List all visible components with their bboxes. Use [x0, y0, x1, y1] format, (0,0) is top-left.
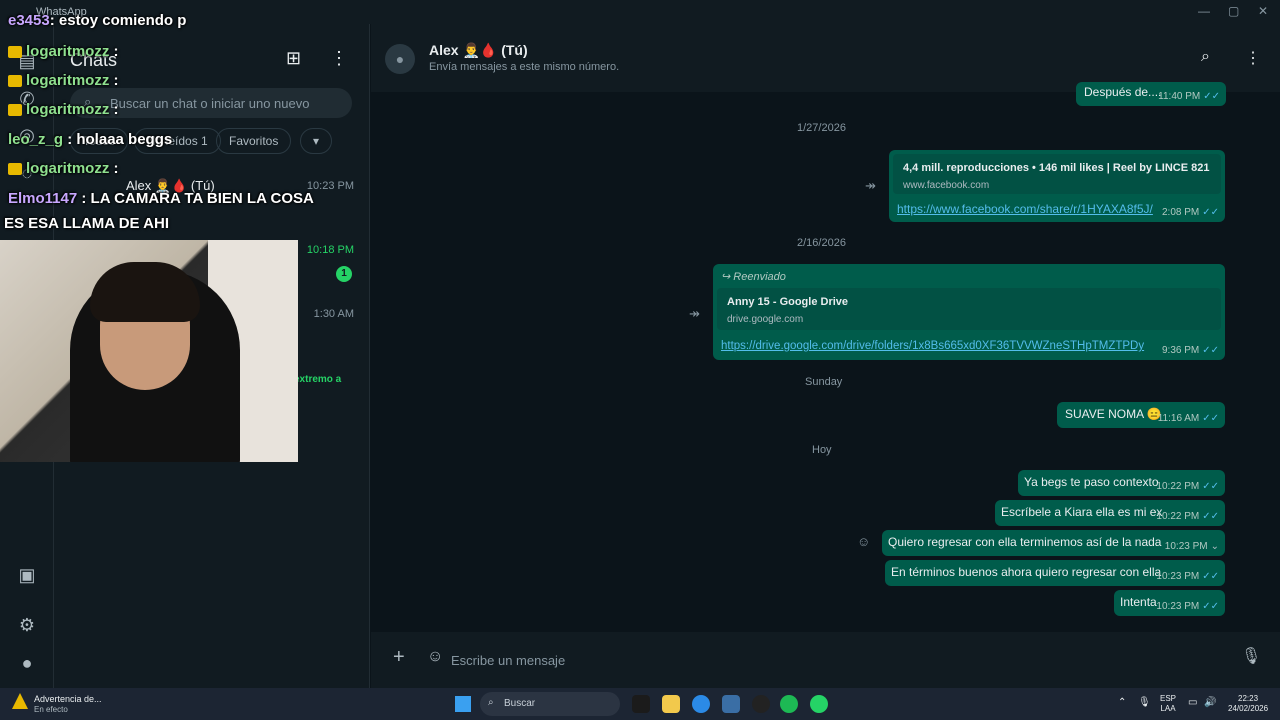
message-link[interactable]: https://www.facebook.com/share/r/1HYAXA8…	[897, 202, 1153, 216]
stream-chat-line: e3453: estoy comiendo p	[8, 12, 187, 29]
clock[interactable]: 22:23 24/02/2026	[1228, 694, 1268, 714]
crown-icon	[8, 163, 22, 176]
date-separator: Sunday	[805, 376, 843, 388]
stream-chat-line: ES ESA LLAMA DE AHI	[4, 215, 170, 232]
message-input[interactable]	[451, 642, 1211, 678]
message-text: Intenta	[1120, 595, 1157, 609]
menu-icon[interactable]: ⋮	[1245, 48, 1261, 68]
message-bubble[interactable]: Quiero regresar con ella terminemos así …	[882, 530, 1225, 556]
stream-chat-line: Elmo1147 : LA CAMARA TA BIEN LA COSA	[8, 190, 314, 207]
chat-preview-fragment: extremo a	[294, 374, 342, 385]
message-time: 9:36 PM ✓✓	[1161, 345, 1219, 356]
message-bubble[interactable]: Después de.... 11:40 PM ✓✓	[1076, 82, 1226, 106]
message-text: En términos buenos ahora quiero regresar…	[891, 565, 1162, 579]
tray-chevron-icon[interactable]: ⌃	[1118, 698, 1126, 708]
composer: + ☺ 🎙	[371, 632, 1280, 688]
taskbar: Advertencia de... En efecto ⌕ Buscar ⌃ 🎙…	[0, 688, 1280, 720]
link-preview-domain: www.facebook.com	[903, 180, 990, 191]
task-view-icon[interactable]	[632, 695, 650, 713]
message-text: Después de....	[1084, 85, 1162, 99]
date-separator: Hoy	[812, 444, 832, 456]
message-bubble[interactable]: En términos buenos ahora quiero regresar…	[885, 560, 1225, 586]
message-bubble[interactable]: Escríbele a Kiara ella es mi ex 10:22 PM…	[995, 500, 1225, 526]
maximize-button[interactable]: ▢	[1228, 4, 1239, 18]
emoji-react-icon[interactable]: ☺	[857, 534, 870, 549]
crown-icon	[8, 75, 22, 88]
contact-name: Alex 👨‍⚕️🩸 (Tú)	[429, 42, 528, 58]
message-bubble[interactable]: SUAVE NOMA 😑 11:16 AM ✓✓	[1057, 402, 1225, 428]
link-preview-domain: drive.google.com	[727, 314, 804, 325]
message-text: Ya begs te paso contexto	[1024, 475, 1159, 489]
stream-chat-overlay: e3453: estoy comiendo p logaritmozz : lo…	[0, 8, 370, 248]
stream-chat-line: leo_z_g : holaaa beggs	[8, 131, 173, 148]
message-bubble[interactable]: ↪ Reenviado Anny 15 - Google Drive drive…	[713, 264, 1225, 360]
forwarded-label: ↪ Reenviado	[721, 271, 786, 283]
stream-chat-line: logaritmozz :	[8, 72, 119, 89]
message-time: 11:16 AM ✓✓	[1157, 413, 1219, 424]
stream-chat-line: logaritmozz :	[8, 43, 119, 60]
message-time: 10:23 PM ✓✓	[1156, 601, 1219, 612]
message-time: 10:23 PM ⌄	[1164, 541, 1219, 552]
attach-icon[interactable]: +	[393, 646, 405, 669]
link-preview-card[interactable]: Anny 15 - Google Drive drive.google.com	[717, 288, 1221, 330]
message-time: 10:23 PM ✓✓	[1156, 571, 1219, 582]
message-bubble[interactable]: 4,4 mill. reproducciones • 146 mil likes…	[889, 150, 1225, 222]
emoji-icon[interactable]: ☺	[427, 648, 443, 666]
message-text: Escríbele a Kiara ella es mi ex	[1001, 505, 1163, 519]
crown-icon	[8, 104, 22, 117]
date-separator: 2/16/2026	[797, 237, 846, 249]
contact-subtitle: Envía mensajes a este mismo número.	[429, 61, 620, 73]
message-bubble[interactable]: Ya begs te paso contexto 10:22 PM ✓✓	[1018, 470, 1225, 496]
message-time: 2:08 PM ✓✓	[1161, 207, 1219, 218]
warning-title[interactable]: Advertencia de...	[34, 694, 102, 704]
message-time: 11:40 PM ✓✓	[1158, 91, 1220, 102]
close-button[interactable]: ✕	[1258, 4, 1268, 18]
message-text: Quiero regresar con ella terminemos así …	[888, 535, 1162, 549]
conversation-panel: ● Alex 👨‍⚕️🩸 (Tú) Envía mensajes a este …	[371, 24, 1280, 688]
message-bubble[interactable]: Intenta 10:23 PM ✓✓	[1114, 590, 1225, 616]
message-link[interactable]: https://drive.google.com/drive/folders/1…	[721, 340, 1144, 352]
link-preview-card[interactable]: 4,4 mill. reproducciones • 146 mil likes…	[893, 154, 1221, 194]
message-list: Después de.... 11:40 PM ✓✓ 1/27/2026 ↠ 4,…	[371, 82, 1280, 632]
link-preview-title: 4,4 mill. reproducciones • 146 mil likes…	[903, 162, 1210, 174]
store-icon[interactable]	[722, 695, 740, 713]
stream-chat-line: logaritmozz :	[8, 160, 119, 177]
taskbar-search[interactable]: ⌕ Buscar	[480, 692, 620, 716]
message-time: 10:22 PM ✓✓	[1156, 511, 1219, 522]
mic-tray-icon[interactable]: 🎙	[1138, 698, 1151, 708]
forward-icon[interactable]: ↠	[865, 178, 876, 194]
warning-icon[interactable]	[12, 693, 28, 709]
forward-icon[interactable]: ↠	[689, 306, 700, 322]
taskbar-search-label: Buscar	[504, 698, 536, 709]
minimize-button[interactable]: —	[1198, 4, 1210, 18]
crown-icon	[8, 46, 22, 59]
search-icon[interactable]: ⌕	[1201, 48, 1210, 66]
chat-row-time: 1:30 AM	[313, 308, 354, 320]
settings-icon[interactable]: ⚙	[16, 614, 38, 636]
language-indicator[interactable]: ESP LAA	[1160, 694, 1176, 714]
unread-badge: 1	[336, 266, 352, 282]
mic-icon[interactable]: 🎙	[1241, 646, 1261, 666]
message-time: 10:22 PM ✓✓	[1156, 481, 1219, 492]
webcam-feed	[0, 240, 298, 462]
warning-subtitle: En efecto	[34, 705, 68, 714]
obs-icon[interactable]	[752, 695, 770, 713]
avatar[interactable]: ●	[385, 44, 415, 74]
file-explorer-icon[interactable]	[662, 695, 680, 713]
date-separator: 1/27/2026	[797, 122, 846, 134]
start-icon[interactable]	[455, 696, 471, 712]
message-text: SUAVE NOMA 😑	[1065, 407, 1162, 421]
profile-icon[interactable]: ●	[16, 652, 38, 674]
link-preview-title: Anny 15 - Google Drive	[727, 296, 849, 308]
network-icon[interactable]: ▭	[1188, 698, 1197, 708]
media-icon[interactable]: ▣	[16, 564, 38, 586]
volume-icon[interactable]: 🔊	[1204, 698, 1216, 708]
stream-chat-line: logaritmozz :	[8, 101, 119, 118]
edge-icon[interactable]	[692, 695, 710, 713]
whatsapp-icon[interactable]	[810, 695, 828, 713]
search-icon: ⌕	[488, 697, 494, 708]
spotify-icon[interactable]	[780, 695, 798, 713]
